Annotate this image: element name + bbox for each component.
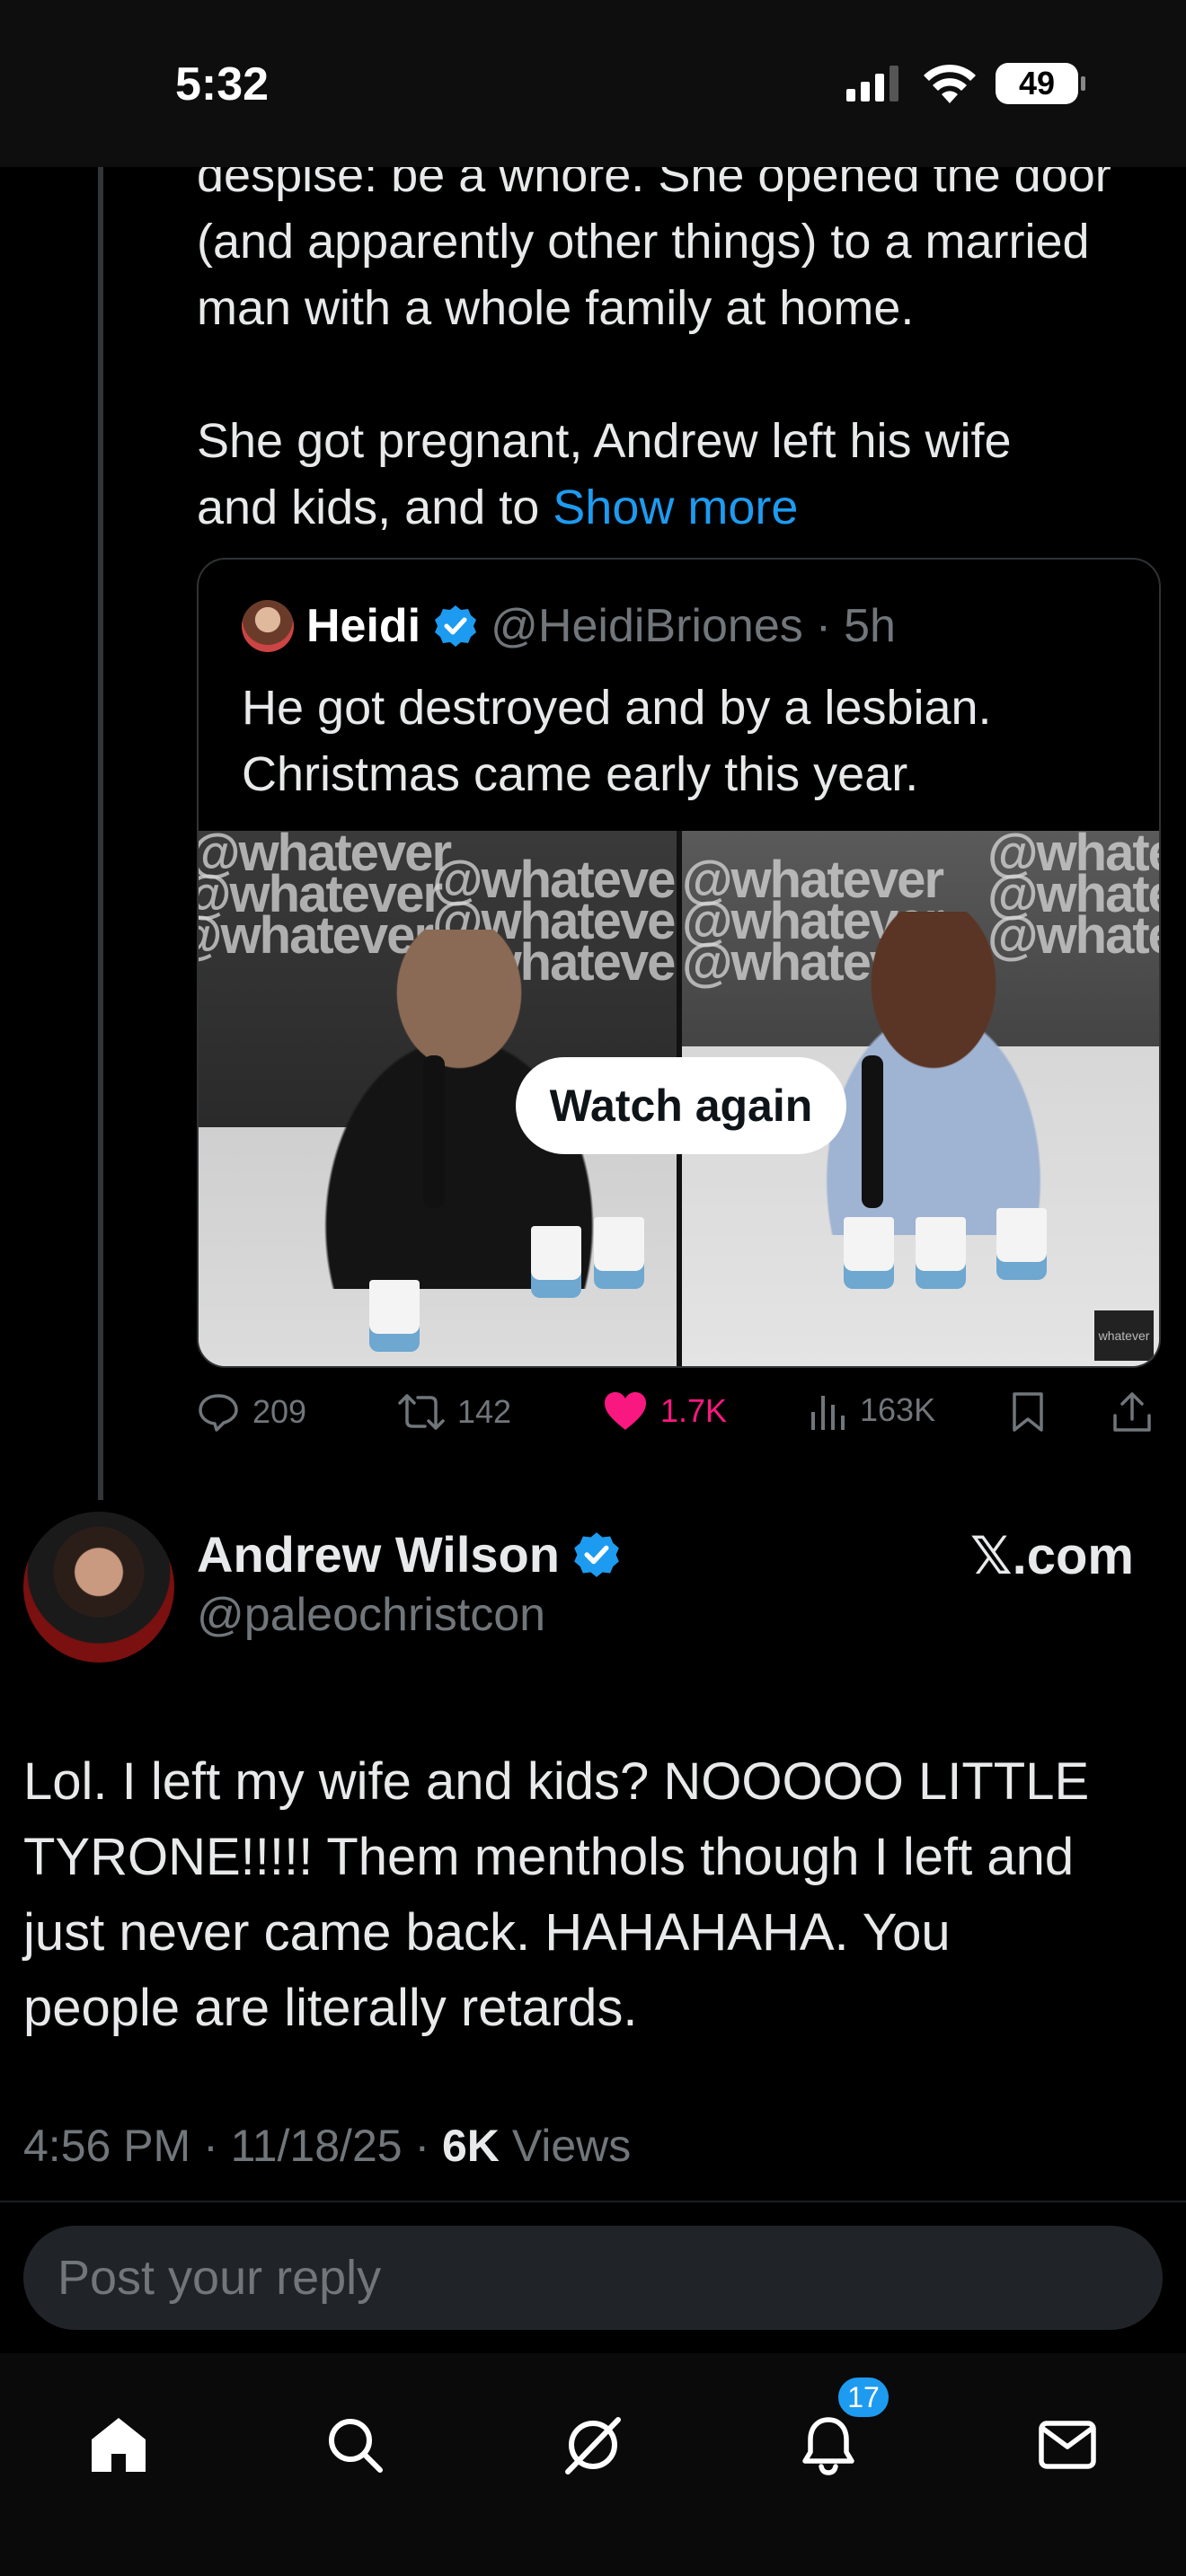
divider [0,2201,1186,2202]
like-count: 1.7K [660,1392,728,1429]
cup [594,1217,644,1289]
battery-indicator: 49 [996,63,1085,104]
post-text: Lol. I left my wife and kids? NOOOOO LIT… [23,1744,1173,2046]
video-brand-badge: whatever [1094,1310,1154,1361]
video-player[interactable]: @whatever @whatever @whatever @whatever … [199,831,1159,1366]
status-bar: 5:32 49 [0,0,1186,167]
parent-text-line: (and apparently other things) to a marri… [197,215,1090,269]
status-time: 5:32 [175,58,270,110]
quote-header: Heidi @HeidiBriones · 5h [242,599,896,653]
tab-grok[interactable] [557,2409,629,2481]
author-handle[interactable]: @paleochristcon [197,1588,545,1642]
quote-separator: · [815,600,832,652]
wifi-icon [924,64,976,103]
mail-icon [1039,2421,1096,2469]
grok-icon [565,2417,621,2475]
microphone [862,1055,883,1208]
quote-timestamp: 5h [844,600,896,652]
heart-filled-icon [605,1392,646,1430]
status-icons: 49 [846,63,1085,104]
quote-author-name[interactable]: Heidi [306,599,420,653]
source-label: 𝕏.com [969,1527,1134,1585]
cup [916,1217,966,1289]
verified-badge-icon [435,605,477,647]
author-avatar[interactable] [23,1512,174,1663]
tab-home[interactable] [83,2409,155,2481]
parent-text-line: She got pregnant, Andrew left his wife [197,414,1012,468]
post-metadata: 4:56 PM · 11/18/25 · 6K Views [23,2120,631,2172]
reply-input[interactable]: Post your reply [23,2226,1163,2330]
post-views-label: Views [499,2121,632,2171]
repost-count: 142 [457,1393,512,1430]
search-icon [329,2419,383,2473]
cellular-signal-icon [846,66,898,101]
show-more-link[interactable]: Show more [553,481,798,534]
microphone [423,1055,445,1208]
tab-search[interactable] [319,2409,391,2481]
cup [996,1208,1047,1280]
quote-author-handle[interactable]: @HeidiBriones [491,599,803,653]
post-text-line: TYRONE!!!!! Them menthols though I left … [23,1828,1075,1886]
thread-line [98,167,103,1500]
cup [531,1226,581,1298]
post-views-count: 6K [442,2121,500,2171]
post-text-line: Lol. I left my wife and kids? NOOOOO LIT… [23,1752,1090,1811]
post-action-bar: 209 142 1.7K 163K [197,1390,1167,1450]
author-name-row: Andrew Wilson [197,1525,621,1584]
repost-button[interactable]: 142 [398,1390,511,1434]
bookmark-button[interactable] [1010,1390,1046,1434]
views-button[interactable]: 163K [808,1390,935,1430]
parent-text-line: and kids, and to [197,481,553,534]
author-name[interactable]: Andrew Wilson [197,1525,560,1584]
home-icon [92,2418,146,2472]
video-person [817,912,1050,1235]
repost-icon [398,1394,445,1430]
cup [844,1217,894,1289]
like-button[interactable]: 1.7K [603,1390,727,1432]
parent-text-line: man with a whole family at home. [197,281,915,335]
cup [369,1280,420,1352]
reply-icon [199,1394,238,1432]
notifications-badge: 17 [836,2375,891,2420]
views-count: 163K [860,1391,936,1428]
quote-text-line: He got destroyed and by a lesbian. [242,681,992,735]
bell-icon [802,2417,854,2475]
bottom-tab-bar: 17 [0,2353,1186,2576]
watch-again-button[interactable]: Watch again [516,1057,846,1154]
share-button[interactable] [1111,1390,1153,1434]
quote-text-line: Christmas came early this year. [242,747,919,801]
tab-notifications[interactable] [792,2409,864,2481]
bookmark-icon [1013,1392,1043,1432]
quoted-post-card[interactable]: Heidi @HeidiBriones · 5h He got destroye… [197,558,1161,1368]
analytics-icon [811,1396,845,1430]
verified-badge-icon [574,1531,619,1577]
share-icon [1113,1392,1151,1432]
reply-button[interactable]: 209 [197,1390,306,1434]
post-timestamp: 4:56 PM · 11/18/25 · [23,2121,442,2171]
tab-messages[interactable] [1031,2409,1103,2481]
quote-avatar[interactable] [242,600,294,652]
parent-post-text: despise: be a whore. She opened the door… [197,142,1167,541]
reply-count: 209 [252,1393,307,1430]
post-text-line: people are literally retards. [23,1979,638,2037]
quote-text: He got destroyed and by a lesbian. Chris… [242,675,1140,807]
post-text-line: just never came back. HAHAHAHA. You [23,1903,951,1962]
